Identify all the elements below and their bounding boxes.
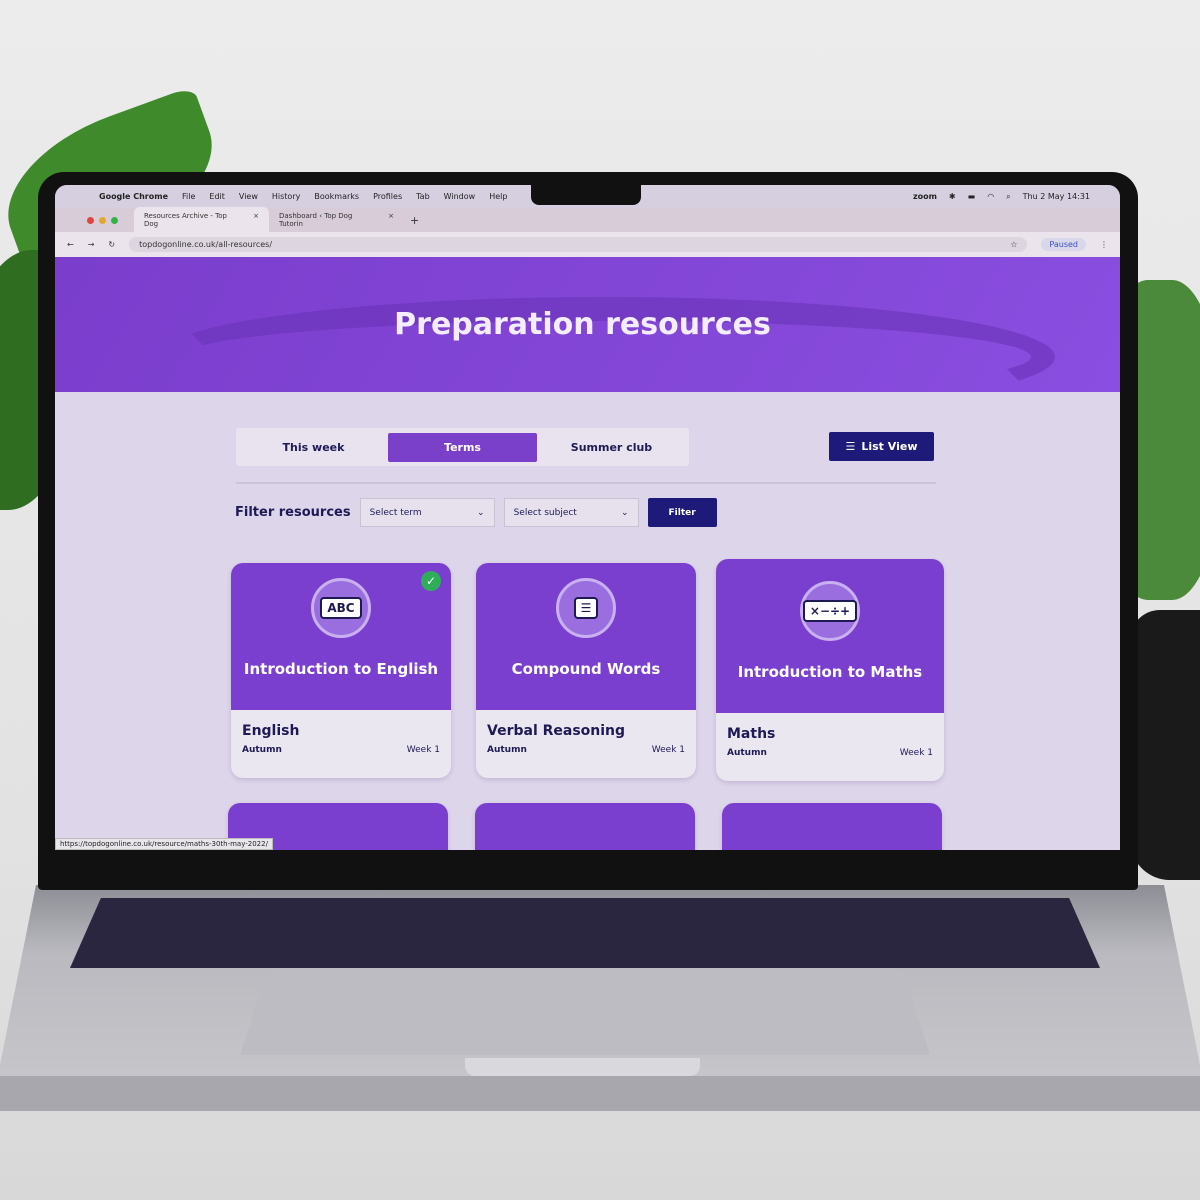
card-subject: Verbal Reasoning xyxy=(487,723,626,739)
profile-button[interactable]: Paused xyxy=(1041,238,1086,251)
menu-history[interactable]: History xyxy=(272,192,300,201)
menu-app[interactable]: Google Chrome xyxy=(99,192,168,201)
chevron-down-icon: ⌄ xyxy=(621,507,629,518)
menu-window[interactable]: Window xyxy=(444,192,476,201)
menu-profiles[interactable]: Profiles xyxy=(373,192,402,201)
desk-edge xyxy=(0,1076,1200,1111)
card-week: Week 1 xyxy=(406,745,440,755)
star-icon[interactable]: ☆ xyxy=(1010,240,1017,249)
url-text: topdogonline.co.uk/all-resources/ xyxy=(139,240,273,249)
reload-icon[interactable]: ↻ xyxy=(108,240,115,249)
card-week: Week 1 xyxy=(899,748,933,758)
tab-this-week[interactable]: This week xyxy=(239,433,388,462)
status-bar-url: https://topdogonline.co.uk/resource/math… xyxy=(55,838,273,850)
camera-notch xyxy=(531,185,641,205)
filter-button[interactable]: Filter xyxy=(647,498,717,527)
list-icon: ☰ xyxy=(845,440,856,453)
chevron-down-icon: ⌄ xyxy=(477,507,485,518)
card-subject: English xyxy=(242,723,300,739)
list-view-button[interactable]: ☰ List View xyxy=(829,432,934,461)
search-icon[interactable]: ⌕ xyxy=(1006,192,1010,202)
card-title: Introduction to Maths xyxy=(737,663,923,681)
card-subject: Maths xyxy=(727,726,776,742)
menu-edit[interactable]: Edit xyxy=(209,192,225,201)
keyboard xyxy=(70,898,1100,968)
bluetooth-icon[interactable]: ✱ xyxy=(949,192,956,202)
close-icon[interactable]: × xyxy=(253,212,259,228)
back-icon[interactable]: ← xyxy=(67,240,74,249)
menu-file[interactable]: File xyxy=(182,192,195,201)
subject-select-text: Select subject xyxy=(513,507,577,518)
tab-resources[interactable]: Resources Archive - Top Dog × xyxy=(134,207,269,233)
card-week: Week 1 xyxy=(651,745,685,755)
datetime[interactable]: Thu 2 May 14:31 xyxy=(1023,192,1090,202)
tab-dashboard[interactable]: Dashboard ‹ Top Dog Tutorin × xyxy=(269,207,404,233)
menu-view[interactable]: View xyxy=(239,192,258,201)
card-term: Autumn xyxy=(727,748,767,758)
tab-terms[interactable]: Terms xyxy=(388,432,537,462)
term-select[interactable]: Select term ⌄ xyxy=(359,498,495,527)
wifi-icon[interactable]: ◠ xyxy=(987,192,994,202)
address-bar: ← → ↻ topdogonline.co.uk/all-resources/ ☆… xyxy=(55,232,1120,257)
filter-bar: Filter resources Select term ⌄ Select sub… xyxy=(235,498,717,527)
book-abc-icon: ABC xyxy=(311,578,371,638)
tab-bar: Resources Archive - Top Dog × Dashboard ‹… xyxy=(55,207,1120,233)
resource-card[interactable] xyxy=(475,803,695,850)
filter-label: Filter resources xyxy=(235,505,351,520)
term-select-text: Select term xyxy=(369,507,422,518)
divider xyxy=(236,482,936,484)
plant-pot xyxy=(1130,610,1200,880)
card-term: Autumn xyxy=(242,745,282,755)
url-field[interactable]: topdogonline.co.uk/all-resources/ ☆ xyxy=(129,237,1028,252)
new-tab-icon[interactable]: + xyxy=(410,214,419,227)
card-title: Compound Words xyxy=(511,660,661,678)
tab-title: Resources Archive - Top Dog xyxy=(144,212,227,228)
resource-card[interactable]: ×−÷+ Introduction to Maths Maths Autumn We… xyxy=(716,559,944,781)
trackpad xyxy=(240,970,930,1055)
battery-icon[interactable]: ▬ xyxy=(968,192,976,202)
resource-card[interactable]: ABC Introduction to English ✓ English Aut… xyxy=(231,563,451,778)
window-controls[interactable] xyxy=(87,216,118,224)
tab-title: Dashboard ‹ Top Dog Tutorin xyxy=(279,212,353,228)
close-icon[interactable]: × xyxy=(388,212,394,228)
list-card-icon: ☰ xyxy=(556,578,616,638)
laptop-lip xyxy=(465,1058,700,1076)
more-icon[interactable]: ⋮ xyxy=(1100,240,1108,249)
check-icon: ✓ xyxy=(421,571,441,591)
screen: Google Chrome File Edit View History Boo… xyxy=(55,185,1120,850)
subject-select[interactable]: Select subject ⌄ xyxy=(503,498,639,527)
tab-summer-club[interactable]: Summer club xyxy=(537,433,686,462)
menu-tab[interactable]: Tab xyxy=(416,192,430,201)
menu-bookmarks[interactable]: Bookmarks xyxy=(314,192,359,201)
calculator-icon: ×−÷+ xyxy=(800,581,860,641)
zoom-status[interactable]: zoom xyxy=(913,192,937,202)
page-title: Preparation resources xyxy=(394,307,771,342)
forward-icon[interactable]: → xyxy=(88,240,95,249)
hero-banner: Preparation resources xyxy=(55,257,1120,392)
card-term: Autumn xyxy=(487,745,527,755)
view-tabs: This week Terms Summer club xyxy=(236,428,689,466)
card-title: Introduction to English xyxy=(243,660,439,678)
list-view-label: List View xyxy=(861,440,918,453)
menu-help[interactable]: Help xyxy=(489,192,507,201)
resource-card[interactable]: ☰ Compound Words Verbal Reasoning Autumn W… xyxy=(476,563,696,778)
resource-card[interactable] xyxy=(722,803,942,850)
